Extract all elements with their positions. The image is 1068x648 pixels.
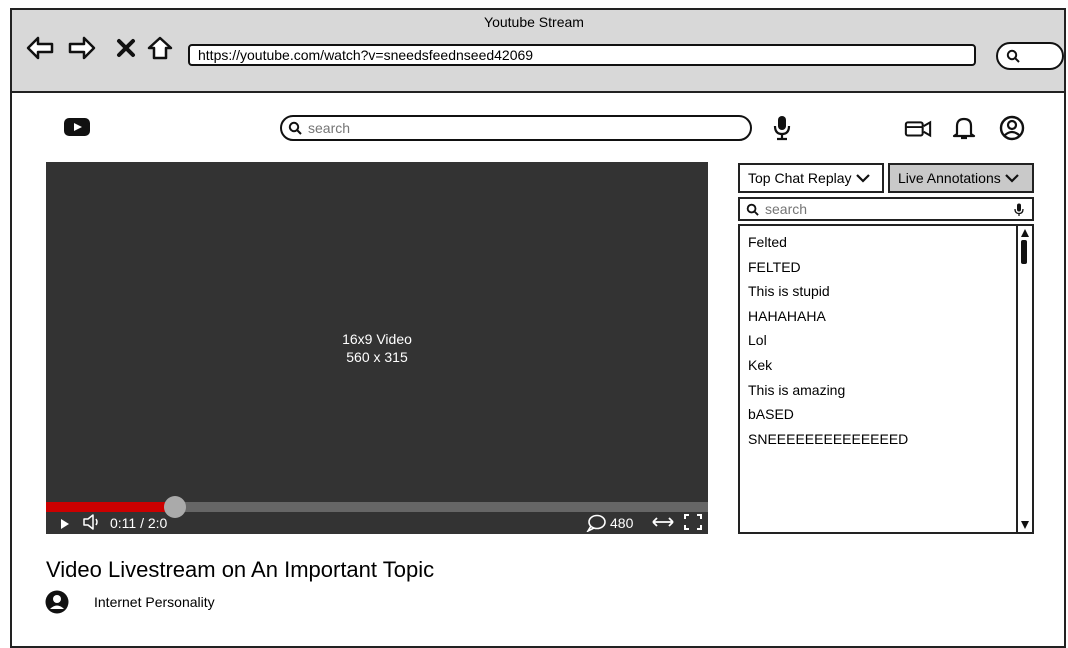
scroll-down-icon[interactable]: [1021, 521, 1029, 529]
chat-message: This is stupid: [748, 283, 830, 300]
create-video-icon[interactable]: [904, 114, 932, 142]
play-icon[interactable]: [60, 516, 70, 534]
url-bar[interactable]: https://youtube.com/watch?v=sneedsfeedns…: [188, 44, 976, 66]
tab-label: Top Chat Replay: [748, 170, 852, 186]
close-icon[interactable]: [112, 34, 140, 62]
search-icon: [1006, 49, 1020, 63]
volume-icon[interactable]: [82, 514, 102, 534]
chat-message-list[interactable]: Felted FELTED This is stupid HAHAHAHA Lol Kek…: [738, 224, 1034, 534]
browser-search-button[interactable]: [996, 42, 1064, 70]
video-placeholder-label: 16x9 Video 560 x 315: [342, 331, 412, 365]
progress-played: [46, 502, 176, 512]
chevron-down-icon: [1004, 174, 1019, 183]
microphone-icon[interactable]: [768, 114, 796, 142]
progress-bar[interactable]: [46, 496, 708, 518]
fullscreen-icon[interactable]: [684, 514, 702, 534]
search-icon: [746, 203, 759, 216]
theater-mode-icon[interactable]: [652, 515, 674, 533]
search-input[interactable]: [306, 119, 730, 137]
chat-search-input[interactable]: [763, 200, 1007, 218]
tab-live-annotations[interactable]: Live Annotations: [888, 163, 1034, 193]
tab-label: Live Annotations: [898, 170, 1001, 186]
chat-message: This is amazing: [748, 381, 846, 398]
scroll-thumb[interactable]: [1021, 240, 1027, 264]
url-text: https://youtube.com/watch?v=sneedsfeedns…: [198, 47, 534, 63]
chat-messages: Felted FELTED This is stupid HAHAHAHA Lol Kek…: [748, 230, 1018, 451]
chat-message: Lol: [748, 332, 767, 349]
search-icon: [288, 121, 302, 135]
scroll-up-icon[interactable]: [1021, 229, 1029, 237]
window-title: Youtube Stream: [484, 14, 584, 30]
chevron-down-icon: [855, 174, 870, 183]
search-bar[interactable]: [280, 115, 752, 141]
account-icon[interactable]: [998, 114, 1026, 142]
forward-arrow-icon[interactable]: [68, 34, 96, 62]
bell-icon[interactable]: [950, 114, 978, 142]
chat-scrollbar[interactable]: [1016, 226, 1032, 532]
back-arrow-icon[interactable]: [26, 34, 54, 62]
chat-search-bar[interactable]: [738, 197, 1034, 221]
microphone-icon[interactable]: [1014, 203, 1024, 217]
chat-message: HAHAHAHA: [748, 307, 826, 324]
channel-name[interactable]: Internet Personality: [94, 594, 215, 610]
channel-avatar-icon[interactable]: [45, 590, 69, 614]
comment-icon[interactable]: [585, 514, 606, 536]
youtube-logo-icon[interactable]: [64, 118, 90, 136]
chat-message: Felted: [748, 234, 787, 250]
chat-message: bASED: [748, 406, 794, 423]
tab-top-chat-replay[interactable]: Top Chat Replay: [738, 163, 884, 193]
chat-message: FELTED: [748, 258, 801, 275]
home-icon[interactable]: [146, 34, 174, 62]
comment-count: 480: [610, 515, 634, 531]
chat-message: Kek: [748, 356, 773, 373]
chat-message: SNEEEEEEEEEEEEEED: [748, 430, 909, 447]
time-display: 0:11 / 2:0: [110, 515, 168, 531]
progress-scrubber[interactable]: [164, 496, 187, 518]
video-player[interactable]: 16x9 Video 560 x 315 0:11 / 2:0 480: [46, 162, 708, 534]
video-title: Video Livestream on An Important Topic: [46, 557, 435, 582]
